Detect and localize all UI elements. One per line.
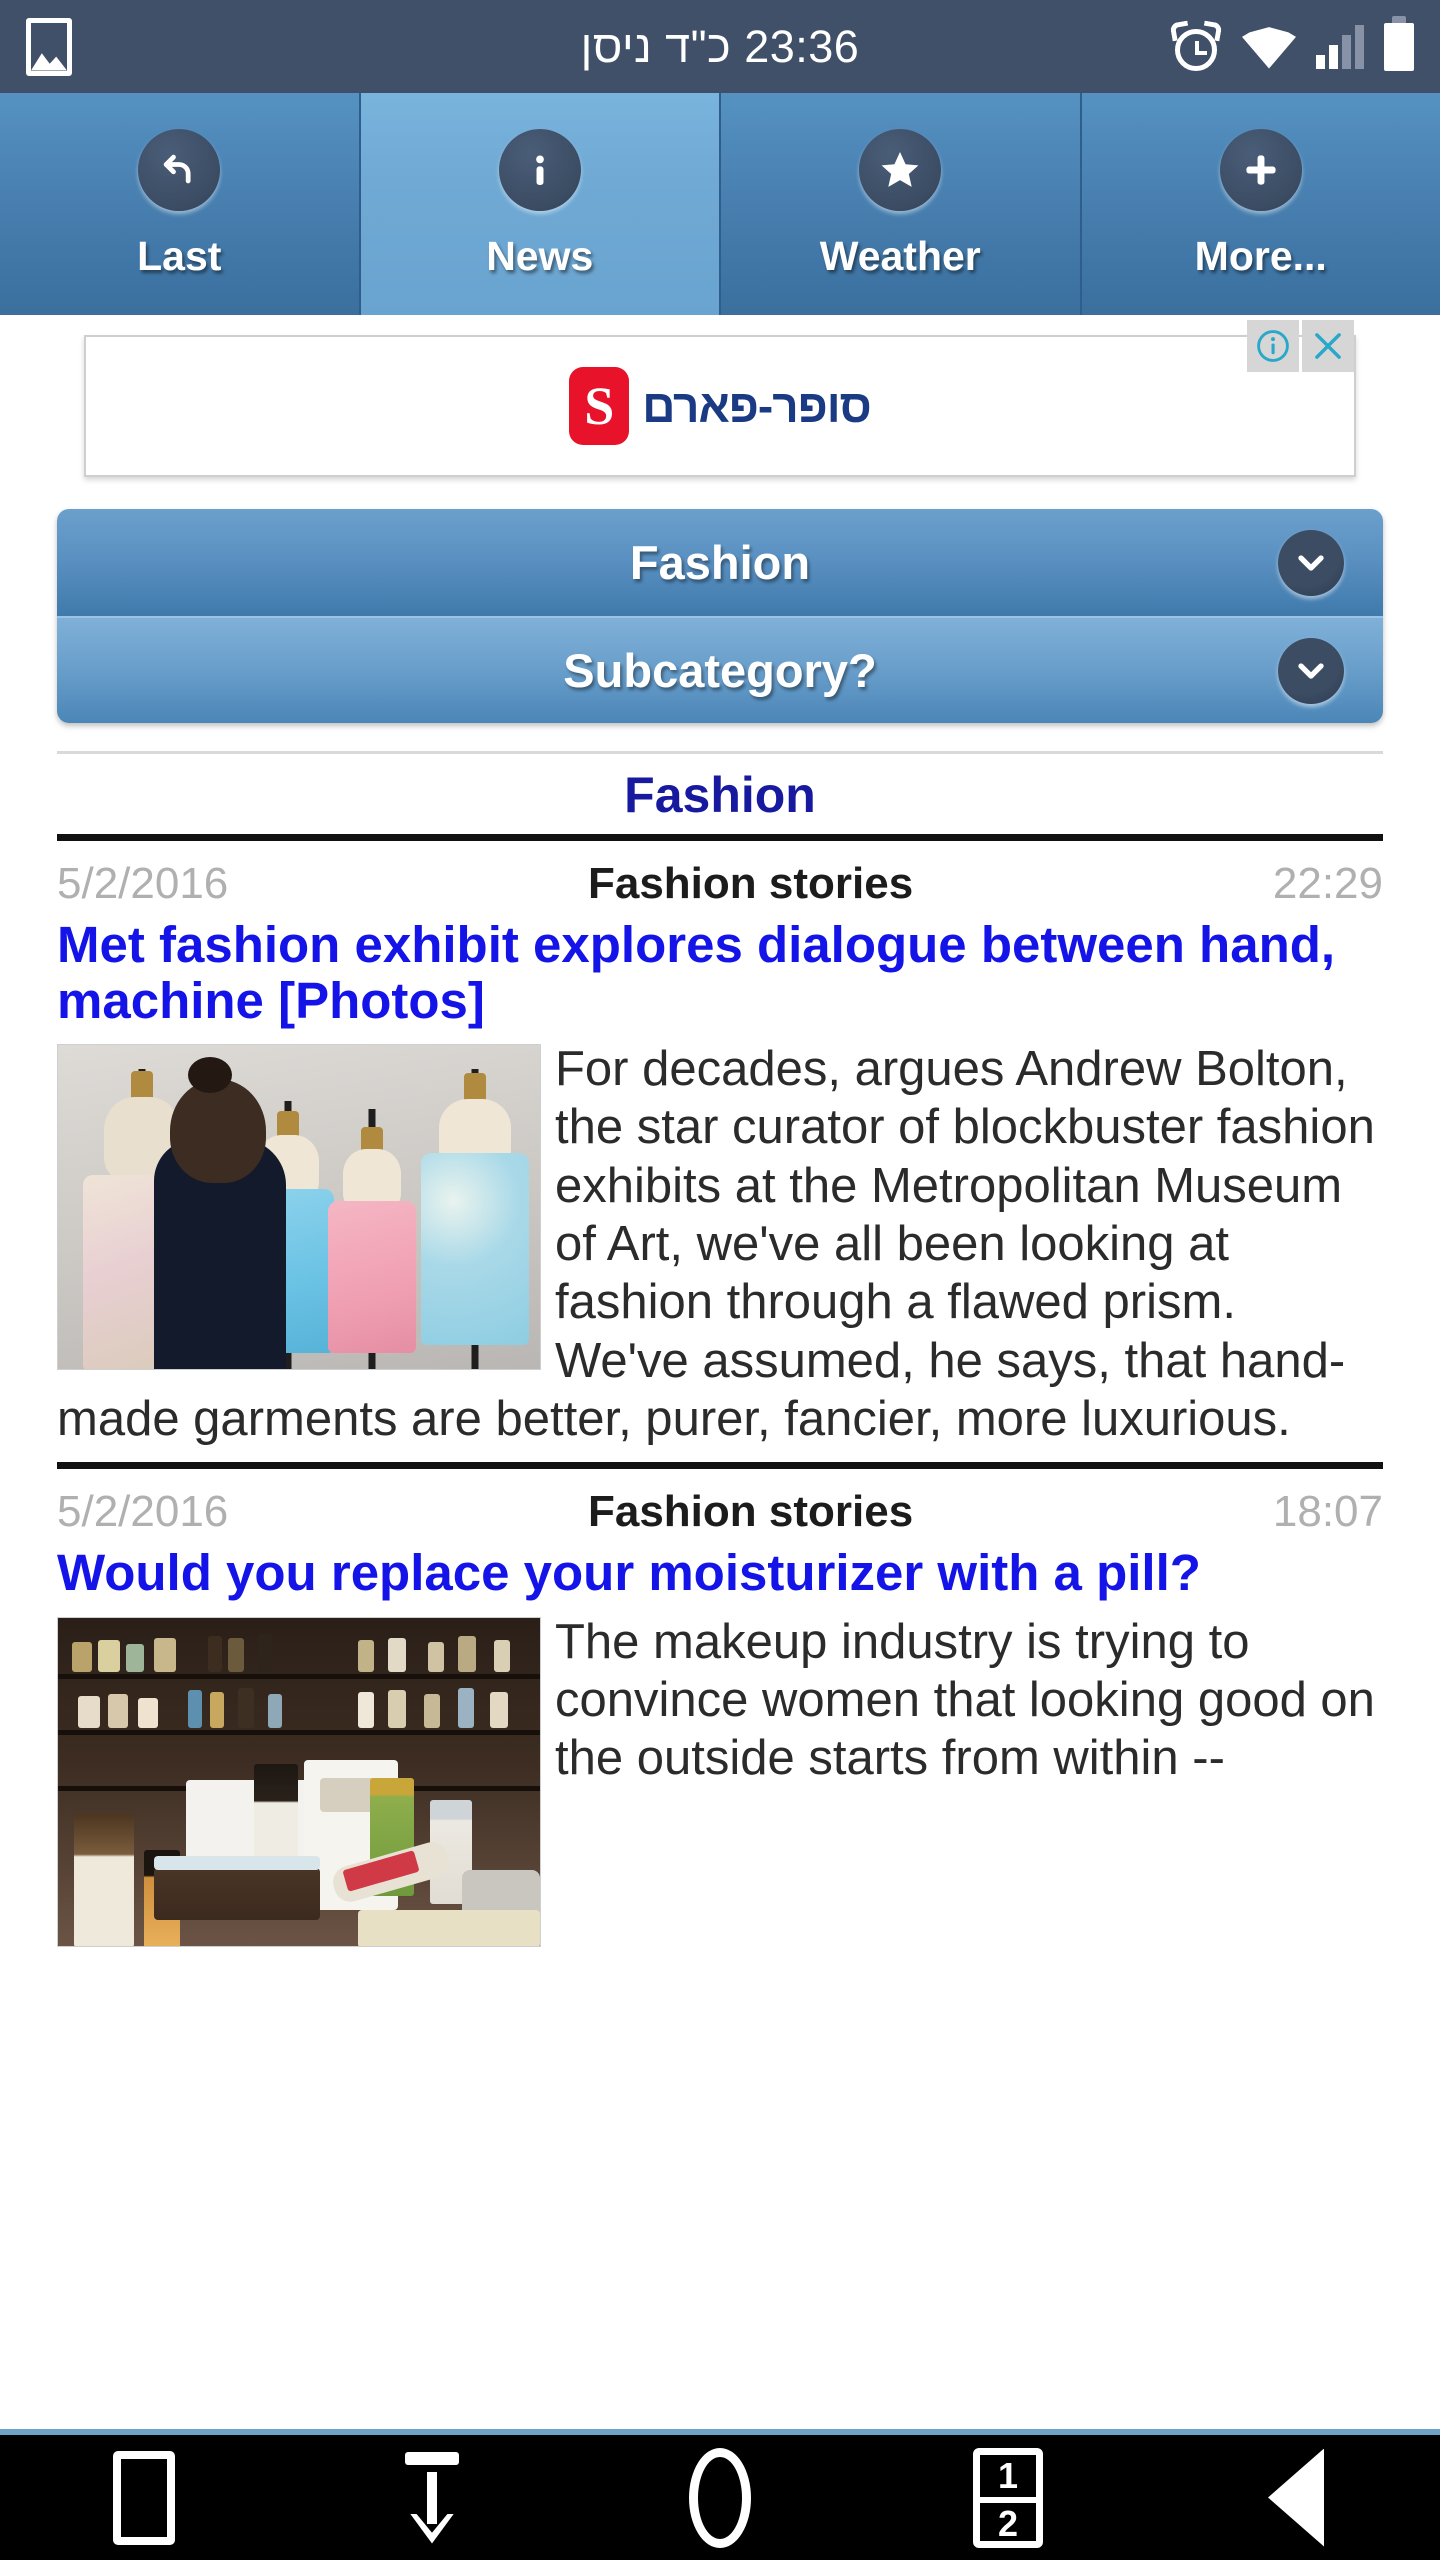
chevron-down-icon	[1278, 529, 1344, 596]
section-title: Fashion	[624, 767, 816, 823]
download-arrow-icon	[399, 2451, 465, 2544]
split-bottom-label: 2	[997, 2502, 1019, 2544]
ad-controls	[1247, 320, 1354, 372]
article-time: 18:07	[1272, 1487, 1383, 1537]
tab-news[interactable]: News	[360, 93, 721, 315]
info-icon	[498, 128, 581, 211]
tab-weather[interactable]: Weather	[721, 93, 1082, 315]
status-bar: 23:36 כ"ד ניסן	[0, 0, 1440, 93]
article-source: Fashion stories	[587, 1487, 914, 1537]
article-thumbnail[interactable]	[57, 1616, 541, 1947]
alarm-clock-icon	[1169, 20, 1223, 73]
main-tab-bar: Last News Weather More...	[0, 93, 1440, 315]
tab-weather-label: Weather	[819, 232, 981, 279]
download-button[interactable]	[352, 2435, 512, 2560]
undo-arrow-icon	[138, 128, 221, 211]
section-rule	[57, 834, 1383, 841]
ad-logo: S סופר-פארם	[569, 367, 872, 445]
square-icon	[113, 2450, 175, 2545]
article-headline[interactable]: Met fashion exhibit explores dialogue be…	[57, 917, 1383, 1040]
app-screen: 23:36 כ"ד ניסן Last News Weather More...…	[0, 0, 1440, 2560]
article-source: Fashion stories	[587, 859, 914, 908]
ad-close-icon[interactable]	[1302, 320, 1354, 372]
tab-news-label: News	[486, 232, 594, 279]
article-thumbnail[interactable]	[57, 1044, 541, 1371]
tab-last[interactable]: Last	[0, 93, 361, 315]
advertisement-banner[interactable]: S סופר-פארם	[0, 315, 1440, 495]
battery-icon	[1384, 15, 1414, 71]
photo-figure	[154, 1057, 286, 1370]
home-button[interactable]	[640, 2435, 800, 2560]
article-item[interactable]: 5/2/2016 Fashion stories 22:29 Met fashi…	[0, 841, 1440, 1448]
tab-more[interactable]: More...	[1081, 93, 1440, 315]
article-meta: 5/2/2016 Fashion stories 18:07	[57, 1469, 1383, 1545]
tab-more-label: More...	[1194, 232, 1327, 279]
superpharm-mark-icon: S	[569, 367, 630, 445]
ad-logo-mark-letter: S	[584, 376, 615, 436]
article-separator-rule	[57, 1462, 1383, 1470]
split-screen-button[interactable]: 1 2	[928, 2435, 1088, 2560]
article-date: 5/2/2016	[57, 1487, 229, 1537]
subcategory-dropdown[interactable]: Subcategory?	[57, 616, 1383, 723]
ad-advertiser-name: סופר-פארם	[642, 380, 871, 432]
plus-icon	[1219, 128, 1302, 211]
back-button[interactable]	[1216, 2435, 1376, 2560]
recent-apps-button[interactable]	[64, 2435, 224, 2560]
article-date: 5/2/2016	[57, 859, 229, 908]
category-dropdown[interactable]: Fashion	[57, 509, 1383, 616]
article-item[interactable]: 5/2/2016 Fashion stories 18:07 Would you…	[0, 1469, 1440, 1953]
article-time: 22:29	[1272, 859, 1383, 908]
chevron-down-icon	[1278, 637, 1344, 704]
ad-info-icon[interactable]	[1247, 320, 1299, 372]
article-meta: 5/2/2016 Fashion stories 22:29	[57, 841, 1383, 917]
article-headline[interactable]: Would you replace your moisturizer with …	[57, 1545, 1383, 1613]
system-navigation-bar: 1 2	[0, 2435, 1440, 2560]
status-clock-and-date: 23:36 כ"ד ניסן	[580, 20, 860, 72]
category-selectors: Fashion Subcategory?	[0, 495, 1440, 723]
article-body-wrap: The makeup industry is trying to convinc…	[57, 1613, 1383, 1953]
back-triangle-icon	[1268, 2448, 1324, 2547]
tab-last-label: Last	[137, 232, 222, 279]
category-dropdown-label: Fashion	[629, 536, 811, 589]
split-screen-icon: 1 2	[973, 2447, 1043, 2548]
article-body-wrap: For decades, argues Andrew Bolton, the s…	[57, 1040, 1383, 1448]
star-icon	[859, 128, 942, 211]
split-top-label: 1	[980, 2455, 1036, 2503]
circle-icon	[689, 2447, 751, 2548]
subcategory-dropdown-label: Subcategory?	[563, 644, 877, 697]
ad-content[interactable]: S סופר-פארם	[84, 320, 1356, 477]
